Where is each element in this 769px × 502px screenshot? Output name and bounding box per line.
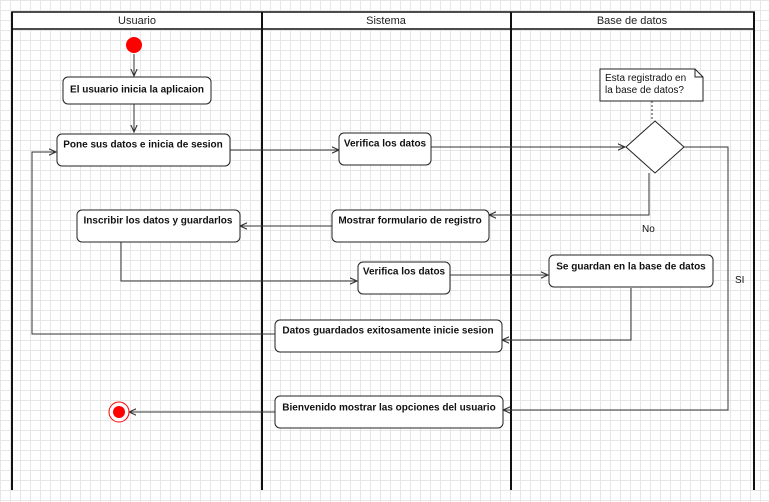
edge-label-si: SI [735,275,744,286]
node-verifica-datos-2: Verifica los datos [357,261,451,295]
node-datos-guardados: Datos guardados exitosamente inicie sesi… [274,319,503,353]
note-line-2: la base de datos? [605,85,684,96]
node-label: Verifica los datos [363,267,446,278]
node-label: El usuario inicia la aplicaion [70,85,204,96]
note-registrado: Esta registrado en la base de datos? [599,68,704,102]
node-inscribir-datos: Inscribir los datos y guardarlos [76,209,241,243]
activity-diagram: Usuario Sistema Base de datos El usuario… [11,11,755,490]
node-label: Inscribir los datos y guardarlos [84,216,233,227]
diagram-canvas: Usuario Sistema Base de datos El usuario… [0,0,769,502]
lane-title-sistema: Sistema [366,15,407,27]
node-bienvenido: Bienvenido mostrar las opciones del usua… [274,395,504,429]
node-mostrar-formulario: Mostrar formulario de registro [331,209,490,243]
end-node [108,401,130,423]
edge-guardan-to-guardados [502,288,632,340]
node-pone-datos: Pone sus datos e inicia de sesion [56,133,231,167]
node-label: Pone sus datos e inicia de sesion [63,140,223,151]
edge-decision-no [489,173,650,215]
edge-label-no: No [642,224,655,235]
lane-title-base-de-datos: Base de datos [597,15,668,27]
note-line-1: Esta registrado en [605,73,686,84]
node-verifica-datos-1: Verifica los datos [338,132,432,166]
node-label: Mostrar formulario de registro [338,216,481,227]
node-inicia-app: El usuario inicia la aplicaion [62,76,212,105]
node-label: Se guardan en la base de datos [556,262,706,273]
lane-title-usuario: Usuario [118,15,156,27]
node-se-guardan: Se guardan en la base de datos [548,254,714,288]
decision-diamond [625,120,685,174]
node-label: Verifica los datos [344,139,427,150]
node-label: Bienvenido mostrar las opciones del usua… [282,403,495,414]
edge-inscribir-to-verifica2 [120,242,357,281]
start-node [126,37,142,53]
edge-guardados-back-to-pone [31,152,275,335]
node-label: Datos guardados exitosamente inicie sesi… [282,326,493,337]
